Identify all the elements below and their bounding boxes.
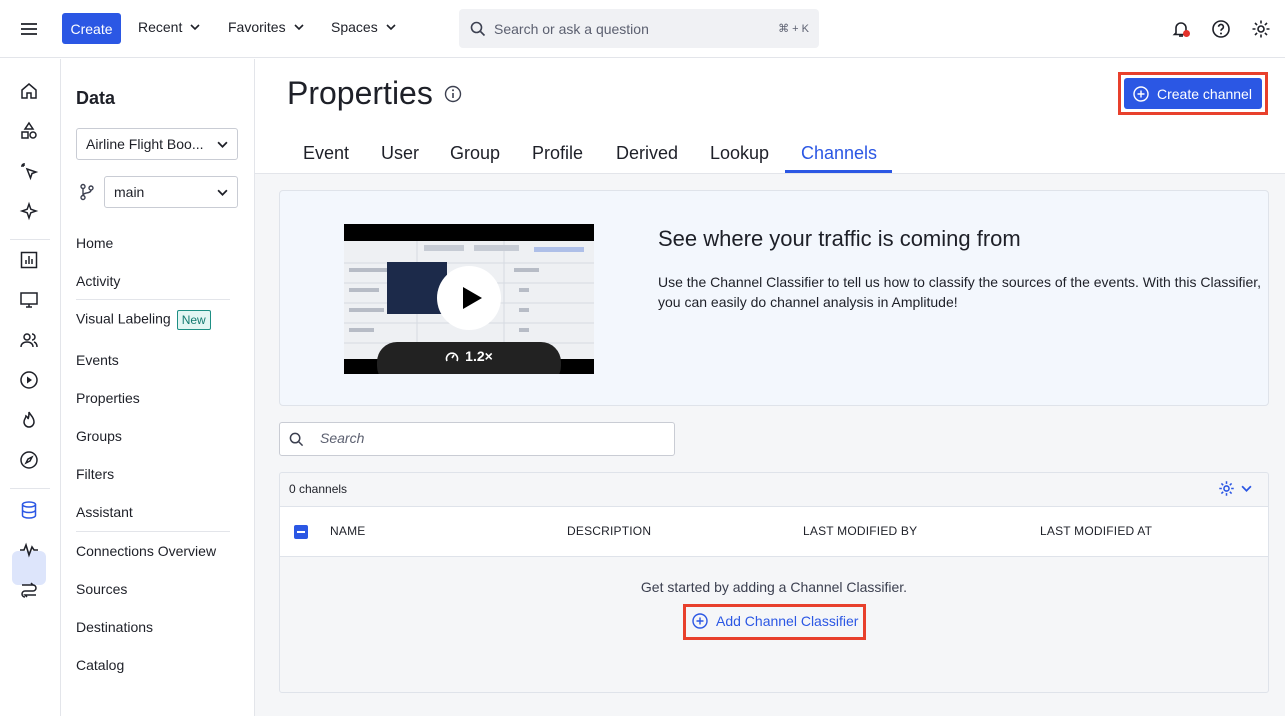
banner-title: See where your traffic is coming from xyxy=(658,226,1021,251)
shapes-icon[interactable] xyxy=(19,121,39,141)
menu-icon[interactable] xyxy=(19,19,39,39)
speedometer-icon xyxy=(445,352,459,362)
tab-group[interactable]: Group xyxy=(450,143,500,164)
channel-search[interactable] xyxy=(279,422,675,456)
sidebar-item-properties[interactable]: Properties xyxy=(76,390,140,406)
home-icon[interactable] xyxy=(19,81,39,101)
branch-icon xyxy=(80,183,94,201)
main-content: Properties Create channel Event User Gro… xyxy=(255,59,1285,716)
settings-icon[interactable] xyxy=(1251,19,1271,39)
channels-table: 0 channels NAME DESCRIPTION LAST MODIFIE… xyxy=(279,472,1269,693)
empty-state-text: Get started by adding a Channel Classifi… xyxy=(640,579,908,595)
select-all-checkbox[interactable] xyxy=(294,525,308,539)
sidebar-title: Data xyxy=(76,88,116,108)
recent-dropdown[interactable]: Recent xyxy=(138,19,200,35)
chevron-down-icon xyxy=(294,24,304,31)
flame-icon[interactable] xyxy=(19,410,39,430)
flow-icon[interactable] xyxy=(19,580,39,600)
gear-icon xyxy=(1219,481,1234,496)
left-rail xyxy=(0,59,61,716)
search-shortcut: ⌘ + K xyxy=(778,23,809,35)
tab-event[interactable]: Event xyxy=(303,143,349,164)
monitor-icon[interactable] xyxy=(19,290,39,310)
create-button[interactable]: Create xyxy=(62,13,121,44)
tab-channels[interactable]: Channels xyxy=(801,143,877,164)
rail-divider xyxy=(10,488,50,489)
table-settings-dropdown[interactable] xyxy=(1218,480,1252,497)
new-badge: New xyxy=(176,310,211,330)
playback-speed-value: 1.2× xyxy=(465,348,493,364)
sidebar-item-assistant[interactable]: Assistant xyxy=(76,504,133,520)
project-select-value: Airline Flight Boo... xyxy=(86,136,204,152)
branch-select-value: main xyxy=(114,184,145,200)
branch-select[interactable]: main xyxy=(104,176,238,208)
search-placeholder: Search or ask a question xyxy=(494,21,649,37)
search-icon xyxy=(470,21,486,37)
recent-label: Recent xyxy=(138,19,183,35)
channel-search-input[interactable] xyxy=(320,430,660,446)
column-header-last-modified-at[interactable]: LAST MODIFIED AT xyxy=(1040,524,1152,538)
tab-lookup[interactable]: Lookup xyxy=(710,143,769,164)
database-icon[interactable] xyxy=(19,500,39,520)
notification-dot xyxy=(1183,30,1190,37)
play-button[interactable] xyxy=(437,266,501,330)
data-sidebar: Data Airline Flight Boo... main Home Act… xyxy=(61,59,255,716)
banner-description: Use the Channel Classifier to tell us ho… xyxy=(658,274,1262,310)
users-icon[interactable] xyxy=(19,330,39,350)
sidebar-item-catalog[interactable]: Catalog xyxy=(76,657,124,673)
active-tab-indicator xyxy=(785,170,892,173)
help-icon[interactable] xyxy=(1211,19,1231,39)
spaces-dropdown[interactable]: Spaces xyxy=(331,19,396,35)
sidebar-item-destinations[interactable]: Destinations xyxy=(76,619,153,635)
search-icon xyxy=(289,432,304,447)
sidebar-divider xyxy=(76,299,230,300)
chevron-down-icon xyxy=(1241,485,1252,492)
rail-divider xyxy=(10,239,50,240)
info-icon[interactable] xyxy=(444,85,462,103)
cursor-click-icon[interactable] xyxy=(19,161,39,181)
sidebar-item-activity[interactable]: Activity xyxy=(76,273,120,289)
play-circle-icon[interactable] xyxy=(19,370,39,390)
tab-profile[interactable]: Profile xyxy=(532,143,583,164)
sidebar-divider xyxy=(76,531,230,532)
sidebar-item-filters[interactable]: Filters xyxy=(76,466,114,482)
column-header-last-modified-by[interactable]: LAST MODIFIED BY xyxy=(803,524,917,538)
sidebar-item-visual-labeling[interactable]: Visual Labeling New xyxy=(76,310,211,330)
playback-speed[interactable]: 1.2× xyxy=(377,342,561,374)
compass-icon[interactable] xyxy=(19,450,39,470)
project-select[interactable]: Airline Flight Boo... xyxy=(76,128,238,160)
highlight-box xyxy=(683,604,866,640)
tutorial-video[interactable]: 1.2× xyxy=(344,224,594,374)
page-title: Properties xyxy=(287,75,433,111)
table-header: NAME DESCRIPTION LAST MODIFIED BY LAST M… xyxy=(280,506,1268,557)
sidebar-item-groups[interactable]: Groups xyxy=(76,428,122,444)
global-search[interactable]: Search or ask a question ⌘ + K xyxy=(459,9,819,48)
sparkle-icon[interactable] xyxy=(19,201,39,221)
tab-derived[interactable]: Derived xyxy=(616,143,678,164)
chevron-down-icon xyxy=(386,24,396,31)
favorites-dropdown[interactable]: Favorites xyxy=(228,19,304,35)
column-header-description[interactable]: DESCRIPTION xyxy=(567,524,651,538)
chart-icon[interactable] xyxy=(19,250,39,270)
chevron-down-icon xyxy=(217,189,228,196)
sidebar-item-home[interactable]: Home xyxy=(76,235,113,251)
page-header: Properties Create channel Event User Gro… xyxy=(255,59,1285,174)
chevron-down-icon xyxy=(190,24,200,31)
channel-classifier-banner: 1.2× See where your traffic is coming fr… xyxy=(279,190,1269,406)
sidebar-item-events[interactable]: Events xyxy=(76,352,119,368)
pulse-icon[interactable] xyxy=(19,540,39,560)
tab-user[interactable]: User xyxy=(381,143,419,164)
channel-count: 0 channels xyxy=(289,482,348,496)
column-header-name[interactable]: NAME xyxy=(330,524,365,538)
sidebar-item-label: Visual Labeling xyxy=(76,310,171,327)
chevron-down-icon xyxy=(217,141,228,148)
sidebar-item-connections-overview[interactable]: Connections Overview xyxy=(76,543,216,559)
top-bar: Create Recent Favorites Spaces Search or… xyxy=(0,0,1285,58)
sidebar-item-sources[interactable]: Sources xyxy=(76,581,127,597)
spaces-label: Spaces xyxy=(331,19,378,35)
favorites-label: Favorites xyxy=(228,19,286,35)
highlight-box xyxy=(1118,72,1268,115)
